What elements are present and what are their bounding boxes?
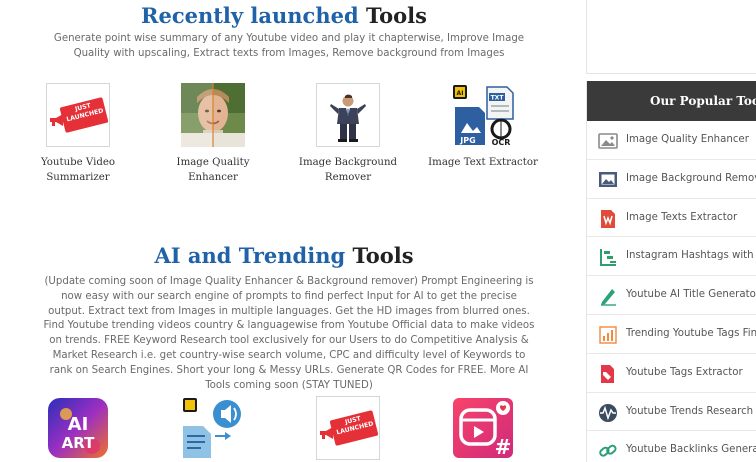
tool-label[interactable]: Youtube Video Summarizer (18, 156, 138, 185)
tool-image-quality-enhancer[interactable]: Image Quality Enhancer (148, 83, 278, 185)
trending-section-title: AI and Trending Tools (0, 243, 568, 269)
sidebar-item-youtube-ai-title-generator[interactable]: Youtube AI Title Generator (587, 276, 756, 315)
tool-reels-hashtag[interactable]: # (418, 396, 548, 460)
tool-ai-text-to-speech[interactable] (148, 396, 278, 460)
wave-globe-icon (599, 403, 617, 422)
tool-image-text-extractor[interactable]: AI TXT JPG OCR Image Text Extractor (418, 83, 548, 171)
svg-text:#: # (495, 435, 512, 459)
businessman-photo-icon[interactable] (316, 83, 380, 147)
tag-file-icon (601, 364, 614, 383)
trending-description: (Update coming soon of Image Quality Enh… (43, 276, 535, 391)
reels-hashtag-icon[interactable]: # (451, 396, 515, 460)
tool-label[interactable]: Image Text Extractor (423, 156, 543, 171)
svg-text:TXT: TXT (491, 95, 505, 102)
ocr-documents-icon[interactable]: AI TXT JPG OCR (451, 83, 515, 147)
sidebar-item-label[interactable]: Youtube Trends Research (626, 405, 753, 419)
recent-section-title: Recently launched Tools (0, 3, 568, 29)
ai-text-to-speech-icon[interactable] (181, 396, 245, 460)
photo-frame-icon (599, 171, 617, 187)
just-launched-icon[interactable]: JUST LAUNCHED (316, 396, 380, 460)
pen-icon (601, 289, 616, 306)
tool-label[interactable]: Image Quality Enhancer (153, 156, 273, 185)
word-doc-icon (601, 209, 615, 228)
popular-tools-sidebar: Our Popular Tools Image Quality Enhancer… (586, 81, 756, 462)
sidebar-item-image-quality-enhancer[interactable]: Image Quality Enhancer (587, 121, 756, 160)
trending-title-rest: Tools (352, 243, 414, 268)
sidebar-item-label[interactable]: Image Background Remover (626, 172, 756, 186)
recent-description: Generate point wise summary of any Youtu… (53, 33, 525, 59)
sidebar-item-label[interactable]: Youtube Backlinks Generato (626, 443, 756, 457)
bar-chart-icon (599, 326, 617, 344)
sidebar-item-image-texts-extractor[interactable]: Image Texts Extractor (587, 199, 756, 238)
svg-text:AI: AI (68, 414, 89, 435)
sidebar-item-image-background-remover[interactable]: Image Background Remover (587, 160, 756, 199)
sidebar-ad-box (586, 0, 756, 74)
svg-text:JPG: JPG (459, 136, 475, 145)
sidebar-item-instagram-hashtags[interactable]: Instagram Hashtags with Re (587, 237, 756, 277)
sidebar-item-label[interactable]: Youtube Tags Extractor (626, 366, 743, 380)
sidebar-item-label[interactable]: Image Texts Extractor (626, 211, 737, 225)
just-launched-icon[interactable]: JUST LAUNCHED (46, 83, 110, 147)
face-compare-photo-icon[interactable] (181, 83, 245, 147)
sidebar-item-label[interactable]: Trending Youtube Tags Find (626, 327, 756, 341)
sidebar-item-youtube-tags-extractor[interactable]: Youtube Tags Extractor (587, 354, 756, 393)
recent-title-accent: Recently launched (141, 3, 359, 28)
popular-tools-heading: Our Popular Tools (587, 81, 756, 121)
sidebar-item-label[interactable]: Instagram Hashtags with Re (626, 249, 756, 263)
image-icon (598, 133, 618, 149)
trending-title-accent: AI and Trending (154, 243, 346, 268)
flow-chart-icon (600, 249, 616, 267)
link-icon (599, 445, 617, 458)
svg-text:AI: AI (457, 90, 464, 97)
tool-ai-art[interactable]: AI ART (13, 396, 143, 460)
tool-image-background-remover[interactable]: Image Background Remover (283, 83, 413, 185)
tool-label[interactable]: Image Background Remover (288, 156, 408, 185)
sidebar-item-label[interactable]: Youtube AI Title Generator (626, 288, 756, 302)
sidebar-item-youtube-trends-research[interactable]: Youtube Trends Research (587, 393, 756, 432)
tool-just-launched[interactable]: JUST LAUNCHED (283, 396, 413, 460)
sidebar-item-label[interactable]: Image Quality Enhancer (626, 133, 749, 147)
sidebar-item-trending-youtube-tags[interactable]: Trending Youtube Tags Find (587, 315, 756, 354)
sidebar-item-youtube-backlinks-generator[interactable]: Youtube Backlinks Generato (587, 431, 756, 462)
ai-art-app-icon[interactable]: AI ART (46, 396, 110, 460)
svg-text:OCR: OCR (492, 138, 511, 147)
tool-youtube-video-summarizer[interactable]: JUST LAUNCHED Youtube Video Summarizer (13, 83, 143, 185)
main-content: Recently launched Tools Generate point w… (0, 0, 568, 462)
svg-text:ART: ART (62, 434, 95, 452)
recent-title-rest: Tools (365, 3, 427, 28)
